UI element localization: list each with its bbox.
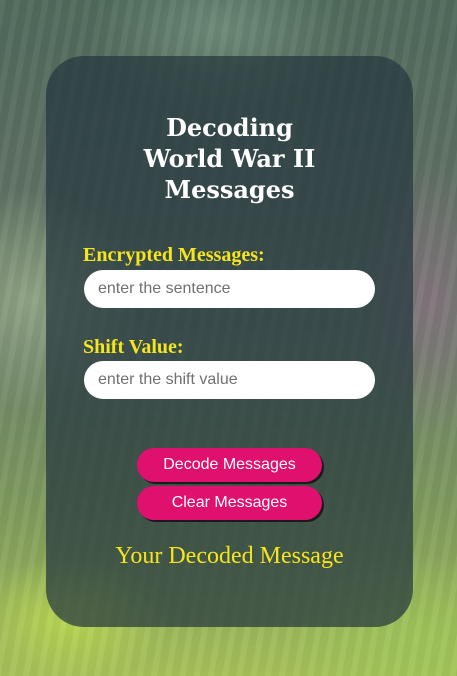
title-line: Decoding <box>166 113 293 142</box>
page-title: Decoding World War II Messages <box>46 112 413 205</box>
title-line: Messages <box>164 175 295 204</box>
encrypted-messages-label: Encrypted Messages: <box>83 244 265 266</box>
title-line: World War II <box>143 144 316 173</box>
clear-messages-button[interactable]: Clear Messages <box>137 486 322 520</box>
encrypted-message-input[interactable] <box>84 270 375 308</box>
decode-messages-button[interactable]: Decode Messages <box>137 448 322 482</box>
shift-value-label: Shift Value: <box>83 336 184 358</box>
shift-value-input[interactable] <box>84 361 375 399</box>
decoded-message-output: Your Decoded Message <box>115 543 344 569</box>
decoder-card: Decoding World War II Messages Encrypted… <box>46 56 413 627</box>
